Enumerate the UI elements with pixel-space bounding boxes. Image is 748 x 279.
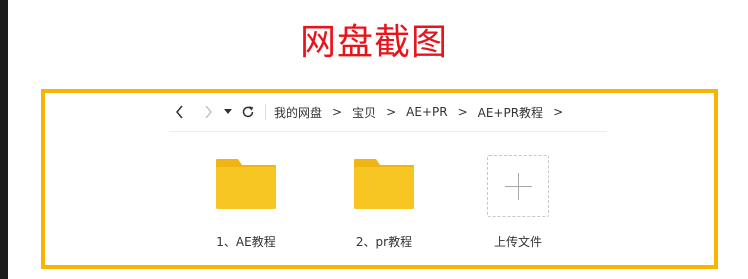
- forward-button[interactable]: [197, 101, 219, 123]
- chevron-right-icon: [205, 105, 212, 119]
- folder-name: 2、pr教程: [355, 235, 413, 249]
- breadcrumb-ae-pr-tutorial[interactable]: AE+PR教程: [478, 104, 543, 121]
- folder-item[interactable]: 2、pr教程: [339, 155, 429, 250]
- breadcrumb-separator: >: [553, 105, 564, 119]
- upload-box: [487, 155, 549, 217]
- back-button[interactable]: [169, 101, 191, 123]
- toolbar-separator: [265, 104, 266, 120]
- folder-name: 1、AE教程: [216, 235, 276, 249]
- netdisk-frame: 我的网盘 > 宝贝 > AE+PR > AE+PR教程 > 1、AE教程 2、p…: [41, 89, 718, 269]
- breadcrumb-ae-pr[interactable]: AE+PR: [406, 105, 447, 119]
- caret-down-icon: [224, 109, 232, 114]
- toolbar: 我的网盘 > 宝贝 > AE+PR > AE+PR教程 >: [169, 99, 607, 125]
- breadcrumb-separator: >: [332, 105, 343, 119]
- upload-label: 上传文件: [493, 235, 542, 249]
- page-heading: 网盘截图: [299, 22, 448, 63]
- breadcrumb-baobei[interactable]: 宝贝: [352, 104, 376, 121]
- refresh-icon: [242, 106, 254, 118]
- breadcrumb-separator: >: [386, 105, 397, 119]
- breadcrumb-my-netdisk[interactable]: 我的网盘: [274, 104, 322, 121]
- folder-item[interactable]: 1、AE教程: [201, 155, 291, 250]
- folder-icon: [354, 159, 414, 209]
- upload-file-button[interactable]: 上传文件: [473, 155, 563, 250]
- breadcrumb-separator: >: [457, 105, 468, 119]
- history-dropdown-button[interactable]: [221, 101, 235, 123]
- chevron-left-icon: [176, 105, 183, 119]
- toolbar-divider: [169, 131, 607, 132]
- refresh-button[interactable]: [237, 101, 259, 123]
- folder-icon: [216, 159, 276, 209]
